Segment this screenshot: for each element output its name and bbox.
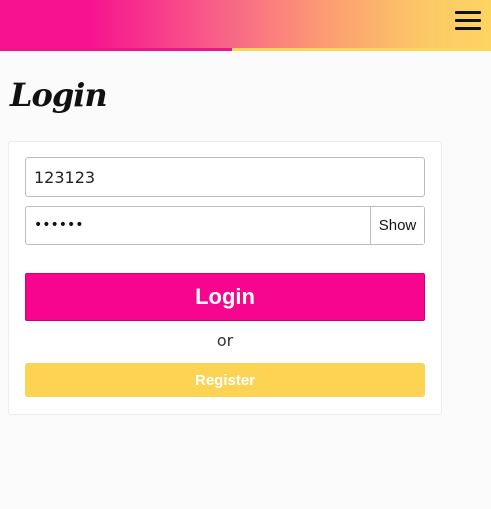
header-accent-segment — [0, 48, 232, 51]
hamburger-menu-icon[interactable] — [455, 11, 481, 31]
menu-line — [455, 11, 481, 14]
header-accent-strip — [0, 48, 491, 51]
menu-line — [455, 19, 481, 22]
page-title: Login — [10, 76, 108, 114]
or-separator-text: or — [216, 331, 234, 350]
login-card: •••••• Show Login or Register — [8, 141, 442, 415]
password-input-area[interactable]: •••••• — [26, 207, 370, 244]
password-field-wrapper: •••••• Show — [25, 206, 425, 245]
menu-line — [455, 27, 481, 30]
register-button[interactable]: Register — [25, 363, 425, 397]
username-field-wrapper — [25, 157, 425, 197]
login-button[interactable]: Login — [25, 273, 425, 321]
show-password-button[interactable]: Show — [370, 207, 424, 244]
password-input[interactable]: •••••• — [34, 207, 84, 244]
header-bar — [0, 0, 491, 48]
username-input[interactable] — [26, 158, 424, 196]
